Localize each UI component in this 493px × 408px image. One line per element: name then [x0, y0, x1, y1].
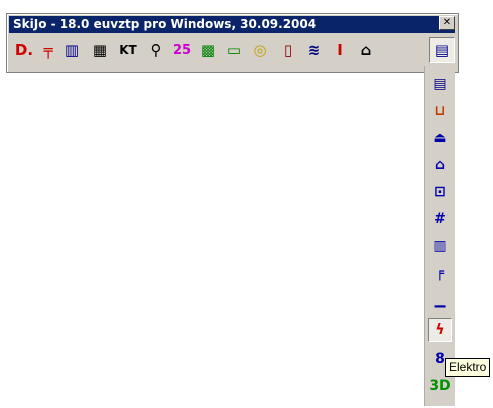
flyout-trough-button[interactable]: ⊔	[428, 99, 452, 123]
d-icon: D.	[14, 41, 34, 59]
i-beam-icon: I	[337, 41, 343, 59]
wall-button[interactable]: ▤	[429, 37, 455, 63]
flyout-roof-button[interactable]: ⌂	[428, 153, 452, 177]
flyout-toolbar: ▤ ⊔ ⏏ ⌂ ⊡ # ▥ ╒ ▁ ϟ 8 3D	[424, 66, 455, 406]
door-button[interactable]: ▯	[275, 37, 301, 63]
door-icon: ▯	[283, 41, 293, 59]
wall-icon: ▤	[433, 76, 447, 92]
pipe-icon: ╤	[43, 41, 53, 59]
flyout-sink-button[interactable]: ⏏	[428, 126, 452, 150]
roof-icon: ⌂	[360, 41, 372, 59]
building-button[interactable]: ▦	[87, 37, 113, 63]
eight-icon: 8	[435, 351, 445, 367]
flyout-electro-button[interactable]: ϟ	[428, 318, 452, 342]
roof-button[interactable]: ⌂	[353, 37, 379, 63]
magnifier-button[interactable]: ⚲	[143, 37, 169, 63]
pipe-button[interactable]: ╤	[35, 37, 61, 63]
flyout-wall-button[interactable]: ▤	[428, 72, 452, 96]
column-icon: ▥	[64, 41, 80, 59]
d-button[interactable]: D.	[11, 37, 37, 63]
trough-icon: ⊔	[434, 103, 446, 119]
sink-icon: ⏏	[433, 130, 447, 146]
target-button[interactable]: ◎	[247, 37, 273, 63]
window-icon: ▭	[226, 41, 242, 59]
radiator-icon: ▥	[433, 238, 447, 254]
grid-icon: ▩	[200, 41, 216, 59]
main-toolbar: D. ╤ ▥ ▦ KT ⚲ 25 ▩ ▭ ◎ ▯ ≋ I ⌂ ▤	[11, 37, 457, 69]
toolbar-window: SkiJo - 18.0 euvztp pro Windows, 30.09.2…	[6, 13, 459, 73]
target-icon: ◎	[253, 41, 267, 59]
grid-button[interactable]: ▩	[195, 37, 221, 63]
roof-icon: ⌂	[434, 157, 446, 173]
3d-icon: 3D	[429, 378, 451, 394]
flyout-radiator-button[interactable]: ▥	[428, 234, 452, 258]
flyout-panel-button[interactable]: ⊡	[428, 180, 452, 204]
panel-icon: ⊡	[434, 184, 446, 200]
flyout-3d-button[interactable]: 3D	[428, 374, 452, 398]
flyout-heater-button[interactable]: ▁	[428, 288, 452, 312]
building-icon: ▦	[92, 41, 108, 59]
tooltip: Elektro	[445, 358, 491, 377]
faucet-icon: ╒	[435, 265, 445, 281]
wall-icon: ▤	[434, 41, 450, 59]
number-25-button[interactable]: 25	[169, 37, 195, 63]
flyout-faucet-button[interactable]: ╒	[428, 261, 452, 285]
i-beam-button[interactable]: I	[327, 37, 353, 63]
number-25-icon: 25	[172, 42, 192, 58]
window-button[interactable]: ▭	[221, 37, 247, 63]
column-button[interactable]: ▥	[59, 37, 85, 63]
close-button[interactable]: ✕	[439, 16, 455, 30]
window-title[interactable]: SkiJo - 18.0 euvztp pro Windows, 30.09.2…	[9, 16, 455, 33]
flyout-fence-button[interactable]: #	[428, 207, 452, 231]
fence-icon: #	[434, 211, 446, 227]
lightning-icon: ϟ	[435, 322, 445, 338]
kt-icon: KT	[119, 43, 137, 57]
kt-button[interactable]: KT	[115, 37, 141, 63]
layers-icon: ≋	[307, 41, 321, 59]
magnifier-icon: ⚲	[150, 41, 162, 59]
layers-button[interactable]: ≋	[301, 37, 327, 63]
heater-icon: ▁	[434, 292, 446, 308]
